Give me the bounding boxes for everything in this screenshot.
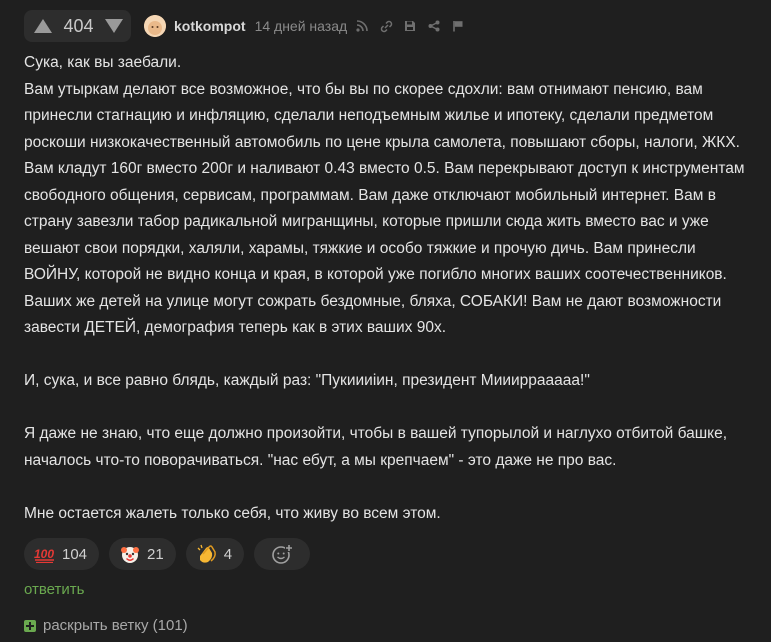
svg-text:100: 100	[34, 547, 54, 561]
rating-count: 404	[63, 15, 94, 36]
comment-paragraph: Сука, как вы заебали.	[24, 54, 182, 71]
author-name[interactable]: kotkompot	[174, 18, 246, 34]
comment-paragraph: Я даже не знаю, что еще должно произойти…	[24, 425, 728, 469]
rss-icon[interactable]	[355, 19, 369, 33]
clown-face-icon	[119, 543, 141, 565]
comment-paragraph: И, сука, и все равно блядь, каждый раз: …	[24, 372, 590, 389]
link-icon[interactable]	[379, 19, 393, 33]
rating-control: 404	[24, 10, 131, 42]
hundred-points-icon: 100	[34, 543, 56, 565]
comment-tools	[355, 19, 465, 33]
add-emoji-icon	[271, 543, 294, 565]
clapping-hands-icon	[196, 543, 218, 565]
reaction-hundred[interactable]: 100 104	[24, 538, 100, 570]
comment-header: 404 kotkompot 14 дней назад	[24, 10, 465, 42]
plus-icon	[24, 619, 36, 632]
upvote-icon[interactable]	[32, 15, 54, 37]
comment-paragraph: Мне остается жалеть только себя, что жив…	[24, 504, 441, 522]
comment-body: Сука, как вы заебали. Вам утыркам делают…	[24, 50, 749, 527]
expand-thread-label: раскрыть ветку (101)	[43, 617, 188, 634]
save-icon[interactable]	[403, 19, 417, 33]
flag-icon[interactable]	[451, 19, 465, 33]
add-reaction-button[interactable]	[254, 538, 311, 570]
share-icon[interactable]	[427, 19, 441, 33]
reaction-clap[interactable]: 4	[185, 538, 245, 570]
reaction-count: 21	[147, 545, 164, 563]
reaction-clown[interactable]: 21	[109, 538, 176, 570]
reply-link[interactable]: ответить	[24, 581, 84, 598]
reactions-bar: 100 104 21 4	[24, 538, 311, 570]
reaction-count: 4	[223, 545, 233, 563]
reaction-count: 104	[62, 545, 88, 563]
comment-paragraph: Вам утыркам делают все возможное, что бы…	[24, 80, 745, 337]
downvote-icon[interactable]	[103, 15, 125, 37]
expand-thread-link[interactable]: раскрыть ветку (101)	[24, 617, 188, 634]
avatar[interactable]	[144, 15, 166, 37]
comment-time[interactable]: 14 дней назад	[255, 18, 348, 34]
comment: 404 kotkompot 14 дней назад Сука, как вы…	[0, 0, 771, 642]
